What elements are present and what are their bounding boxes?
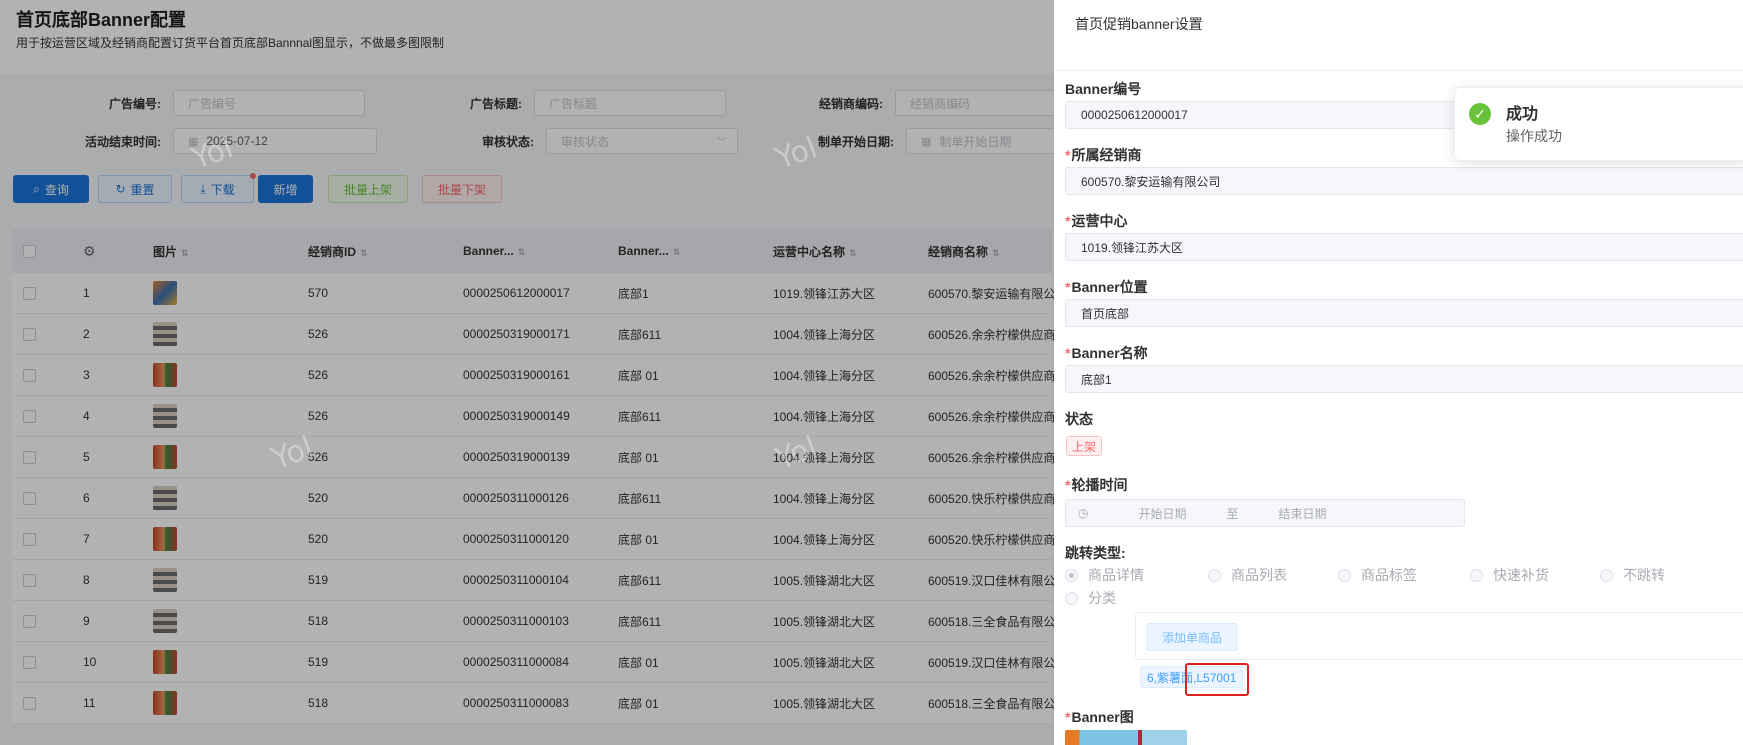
jump-type-group: 商品详情 商品列表 商品标签 快速补货 不跳转 [1065, 565, 1665, 585]
dealer-label: *所属经销商 [1065, 147, 1142, 163]
clock-icon: ◷ [1078, 506, 1089, 520]
start-date-placeholder: 开始日期 [1138, 506, 1187, 521]
center-label: *运营中心 [1065, 213, 1128, 229]
range-separator: 至 [1226, 506, 1239, 521]
drawer-mask[interactable]: Yol Yol Yol Yol [0, 0, 1054, 745]
position-label: *Banner位置 [1065, 279, 1148, 295]
required-mark: * [1065, 279, 1071, 295]
required-mark: * [1065, 477, 1071, 493]
radio-label: 分类 [1088, 590, 1116, 606]
radio-no-jump[interactable] [1600, 568, 1613, 582]
status-tag: 上架 [1066, 436, 1103, 456]
radio-label: 商品标签 [1361, 567, 1417, 583]
status-label: 状态 [1065, 411, 1093, 427]
name-field[interactable]: 底部1 [1065, 365, 1743, 393]
carousel-label: *轮播时间 [1065, 477, 1128, 493]
radio-category[interactable] [1065, 591, 1078, 605]
watermark: Yol [267, 430, 318, 477]
toast-title: 成功 [1506, 106, 1539, 123]
divider [1054, 70, 1743, 71]
banner-image-thumbnail[interactable] [1065, 730, 1187, 745]
banner-img-label: *Banner图 [1065, 709, 1134, 725]
end-date-placeholder: 结束日期 [1278, 506, 1327, 521]
carousel-date-range[interactable]: ◷ 开始日期 至 结束日期 [1065, 499, 1465, 527]
radio-label: 不跳转 [1623, 567, 1665, 583]
add-product-button[interactable]: 添加单商品 [1146, 623, 1238, 651]
radio-label: 商品列表 [1231, 567, 1287, 583]
radio-product-list[interactable] [1208, 568, 1221, 582]
required-mark: * [1065, 345, 1071, 361]
required-mark: * [1065, 147, 1071, 163]
radio-label: 商品详情 [1088, 567, 1144, 583]
center-field[interactable]: 1019.领锋江苏大区 [1065, 233, 1743, 261]
watermark: Yol [771, 430, 822, 477]
success-toast: ✓ 成功 操作成功 [1454, 87, 1743, 161]
banner-no-label: Banner编号 [1065, 81, 1142, 97]
watermark: Yol [187, 130, 238, 177]
dealer-field[interactable]: 600570.黎安运输有限公司 [1065, 167, 1743, 195]
annotation-highlight-box [1185, 663, 1249, 696]
required-mark: * [1065, 213, 1071, 229]
radio-product-tag[interactable] [1338, 568, 1351, 582]
jump-type-group-2: 分类 [1065, 588, 1116, 608]
radio-product-detail[interactable] [1065, 568, 1078, 582]
drawer-title: 首页促销banner设置 [1075, 16, 1203, 32]
toast-message: 操作成功 [1506, 128, 1562, 144]
check-circle-icon: ✓ [1469, 103, 1491, 125]
name-label: *Banner名称 [1065, 345, 1148, 361]
radio-label: 快速补货 [1493, 567, 1549, 583]
required-mark: * [1065, 709, 1071, 725]
position-field[interactable]: 首页底部 [1065, 299, 1743, 327]
jump-type-label: 跳转类型: [1065, 545, 1126, 561]
watermark: Yol [771, 130, 822, 177]
radio-quick-restock[interactable] [1470, 568, 1483, 582]
